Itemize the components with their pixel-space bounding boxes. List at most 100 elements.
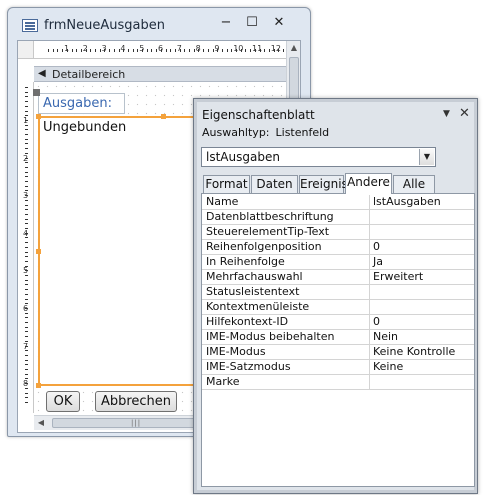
section-label: Detailbereich xyxy=(52,68,126,81)
ausgaben-label[interactable]: Ausgaben: xyxy=(38,93,125,114)
ruler-tick xyxy=(25,326,28,328)
ruler-tick xyxy=(25,105,28,107)
chevron-down-icon[interactable]: ▼ xyxy=(419,149,434,165)
property-name: Marke xyxy=(206,375,240,388)
ruler-tick xyxy=(268,49,270,52)
property-row[interactable]: Datenblattbeschriftung xyxy=(202,210,474,225)
property-value[interactable] xyxy=(369,300,473,314)
scroll-up-icon[interactable]: ▲ xyxy=(287,41,300,55)
ruler-tick xyxy=(25,213,28,215)
ruler-tick xyxy=(25,293,28,295)
ruler-tick xyxy=(231,49,233,52)
property-value[interactable]: 0 xyxy=(369,315,473,329)
ruler-tick xyxy=(151,49,153,52)
ruler-tick xyxy=(25,298,28,300)
property-value[interactable]: Nein xyxy=(369,330,473,344)
ruler-tick xyxy=(25,87,28,88)
property-value[interactable]: Erweitert xyxy=(369,270,473,284)
ruler-number: 2 xyxy=(23,153,29,163)
tab-andere[interactable]: Andere xyxy=(345,173,392,194)
scroll-left-icon[interactable]: ◀ xyxy=(34,416,48,430)
property-value[interactable]: 0 xyxy=(369,240,473,254)
property-sheet-body: Eigenschaftenblatt ▼ ✕ Auswahltyp: Listen… xyxy=(197,102,475,490)
resize-handle[interactable] xyxy=(161,114,166,119)
object-select[interactable]: lstAusgaben ▼ xyxy=(201,147,436,167)
horizontal-ruler[interactable]: 12345678910111213 xyxy=(34,41,300,59)
vertical-ruler[interactable]: 1 2 3 4 5 6 7 8 xyxy=(18,82,34,413)
ruler-tick xyxy=(245,49,247,52)
property-row[interactable]: IME-Modus Keine Kontrolle xyxy=(202,345,474,360)
tab-format[interactable]: Format xyxy=(203,175,250,193)
ruler-tick xyxy=(146,49,148,52)
property-value[interactable]: lstAusgaben xyxy=(369,195,473,209)
property-row[interactable]: Name lstAusgaben xyxy=(202,195,474,210)
ruler-tick xyxy=(283,49,284,52)
ruler-tick xyxy=(25,209,28,211)
property-value[interactable] xyxy=(369,225,473,239)
close-button[interactable]: ✕ xyxy=(266,14,292,32)
maximize-button[interactable]: ☐ xyxy=(239,14,265,32)
ruler-tick xyxy=(25,96,28,98)
ruler-tick xyxy=(212,49,214,52)
object-select-value: lstAusgaben xyxy=(206,150,280,164)
ruler-tick xyxy=(250,49,252,52)
ruler-tick xyxy=(25,322,28,323)
ruler-number: 6 xyxy=(158,44,164,53)
property-row[interactable]: Mehrfachauswahl Erweitert xyxy=(202,270,474,285)
ruler-number: 2 xyxy=(82,44,88,53)
property-name: IME-Modus beibehalten xyxy=(206,330,335,343)
property-row[interactable]: Reihenfolgenposition 0 xyxy=(202,240,474,255)
ruler-tick xyxy=(90,49,92,52)
property-value[interactable] xyxy=(369,285,473,299)
resize-handle[interactable] xyxy=(36,249,41,254)
tab-ereignis[interactable]: Ereignis xyxy=(299,175,348,193)
ruler-tick xyxy=(99,49,101,52)
ruler-tick xyxy=(25,279,28,281)
property-value[interactable] xyxy=(369,375,473,389)
tab-daten[interactable]: Daten xyxy=(251,175,298,193)
form-title: frmNeueAusgaben xyxy=(44,18,165,33)
ruler-tick xyxy=(25,242,28,244)
ruler-tick xyxy=(25,256,28,258)
property-row[interactable]: Hilfekontext-ID 0 xyxy=(202,315,474,330)
tab-alle[interactable]: Alle xyxy=(393,175,435,193)
form-titlebar[interactable]: frmNeueAusgaben − ☐ ✕ xyxy=(8,8,310,40)
property-value[interactable] xyxy=(369,210,473,224)
ruler-tick xyxy=(156,49,158,52)
ruler-tick xyxy=(264,49,266,52)
form-selector[interactable] xyxy=(18,41,34,59)
ruler-tick xyxy=(25,246,28,248)
property-name: IME-Satzmodus xyxy=(206,360,291,373)
ruler-number: 12 xyxy=(270,44,281,53)
property-row[interactable]: Marke xyxy=(202,375,474,390)
property-row[interactable]: IME-Modus beibehalten Nein xyxy=(202,330,474,345)
resize-handle[interactable] xyxy=(36,114,41,119)
minimize-button[interactable]: − xyxy=(213,14,239,32)
property-row[interactable]: Statusleistentext xyxy=(202,285,474,300)
property-row[interactable]: IME-Satzmodus Keine xyxy=(202,360,474,375)
detail-section-bar[interactable]: ◀ Detailbereich xyxy=(34,66,286,82)
ruler-tick xyxy=(25,148,28,150)
property-row[interactable]: In Reihenfolge Ja xyxy=(202,255,474,270)
ruler-tick xyxy=(25,401,28,403)
ruler-tick xyxy=(207,49,209,52)
property-name: Mehrfachauswahl xyxy=(206,270,303,283)
resize-handle[interactable] xyxy=(36,383,41,388)
ruler-tick xyxy=(25,138,28,140)
property-value[interactable]: Keine Kontrolle xyxy=(369,345,473,359)
dropdown-arrow-icon[interactable]: ▼ xyxy=(443,109,450,119)
ruler-tick xyxy=(113,49,115,52)
property-row[interactable]: SteuerelementTip-Text xyxy=(202,225,474,240)
ruler-tick xyxy=(109,49,111,52)
ruler-tick xyxy=(132,49,134,52)
property-value[interactable]: Ja xyxy=(369,255,473,269)
ruler-tick xyxy=(25,185,28,187)
property-value[interactable]: Keine xyxy=(369,360,473,374)
label-move-handle[interactable] xyxy=(33,89,40,96)
property-row[interactable]: Kontextmenüleiste xyxy=(202,300,474,315)
ruler-tick xyxy=(25,392,28,394)
close-icon[interactable]: ✕ xyxy=(459,106,470,121)
ok-button[interactable]: OK xyxy=(46,391,80,412)
cancel-button[interactable]: Abbrechen xyxy=(95,391,177,412)
selection-type-label: Auswahltyp: xyxy=(202,126,270,139)
